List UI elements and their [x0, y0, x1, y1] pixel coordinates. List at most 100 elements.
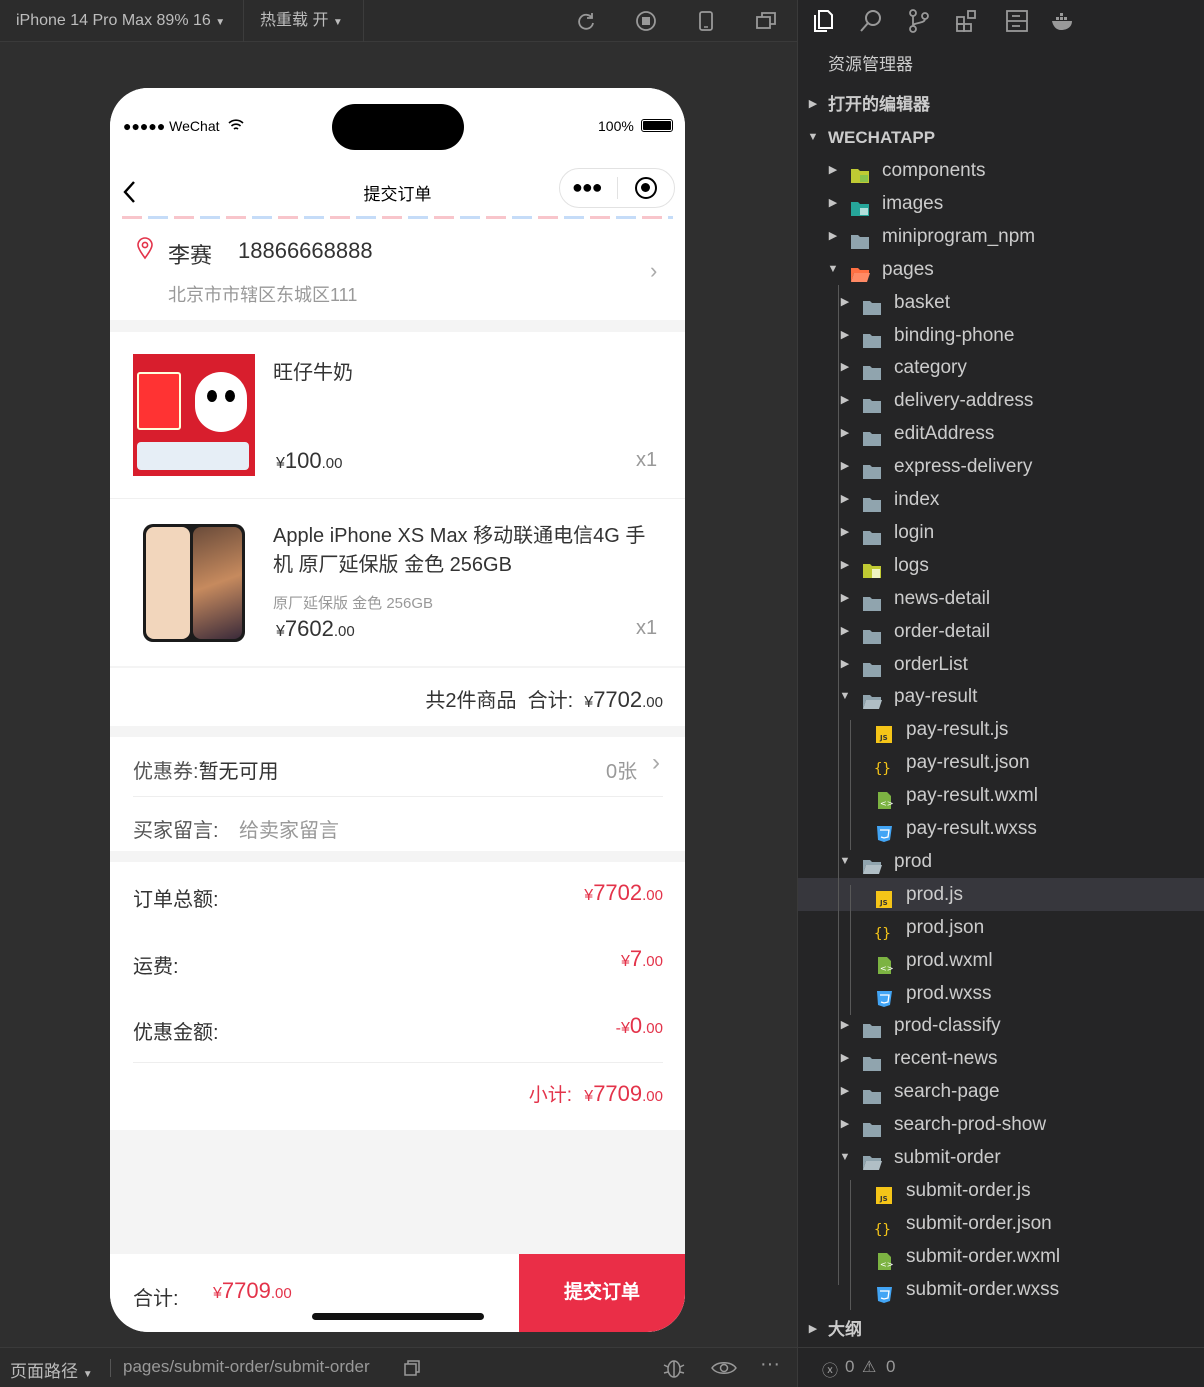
chevron-right-icon[interactable]: ▶ [838, 286, 852, 319]
storage-icon[interactable] [1004, 8, 1030, 34]
tree-file-pay-result.js[interactable]: JS pay-result.js [798, 713, 1204, 746]
outline-section[interactable]: ▶ 大纲 [798, 1313, 1204, 1346]
tree-folder-images[interactable]: ▶ images [798, 187, 1204, 220]
tree-folder-search-page[interactable]: ▶ search-page [798, 1075, 1204, 1108]
tree-folder-news-detail[interactable]: ▶ news-detail [798, 582, 1204, 615]
chevron-right-icon[interactable]: ▶ [826, 187, 840, 220]
subtotal-label: 小计: [528, 1085, 573, 1106]
product-image[interactable] [143, 524, 245, 642]
tree-folder-logs[interactable]: ▶ logs [798, 549, 1204, 582]
tree-item-label: pay-result [894, 686, 978, 707]
chevron-right-icon[interactable]: ▶ [826, 154, 840, 187]
tree-folder-prod-classify[interactable]: ▶ prod-classify [798, 1009, 1204, 1042]
tree-folder-miniprogram_npm[interactable]: ▶ miniprogram_npm [798, 220, 1204, 253]
project-section[interactable]: ▼ WECHATAPP [798, 121, 1204, 154]
tree-file-pay-result.json[interactable]: {} pay-result.json [798, 746, 1204, 779]
more-icon[interactable]: ··· [760, 1353, 780, 1376]
tree-item-label: search-page [894, 1081, 1000, 1102]
activity-bar [798, 0, 1204, 42]
tree-file-pay-result.wxml[interactable]: <> pay-result.wxml [798, 779, 1204, 812]
tree-file-prod.wxss[interactable]: prod.wxss [798, 977, 1204, 1010]
order-total-value: ¥7702.00 [584, 880, 663, 905]
tree-file-submit-order.json[interactable]: {} submit-order.json [798, 1207, 1204, 1240]
hot-reload-toggle[interactable]: 热重载 开 ▼ [260, 0, 343, 42]
tree-folder-pages[interactable]: ▼ pages [798, 253, 1204, 286]
coupon-message-card: 优惠券:暂无可用 0张 › 买家留言: 给卖家留言 [110, 737, 685, 851]
outline-label: 大纲 [828, 1320, 862, 1339]
chevron-right-icon[interactable]: ▶ [838, 384, 852, 417]
tree-folder-binding-phone[interactable]: ▶ binding-phone [798, 319, 1204, 352]
product-image[interactable] [133, 354, 255, 476]
source-control-icon[interactable] [906, 8, 932, 34]
extensions-icon[interactable] [954, 8, 980, 34]
chevron-right-icon[interactable]: ▶ [838, 319, 852, 352]
tree-file-prod.json[interactable]: {} prod.json [798, 911, 1204, 944]
device-selector[interactable]: iPhone 14 Pro Max 89% 16 ▼ [16, 0, 225, 42]
bug-icon[interactable] [662, 1357, 686, 1379]
warning-icon: ⚠ [862, 1359, 877, 1376]
search-icon[interactable] [858, 8, 884, 34]
tree-file-submit-order.js[interactable]: JS submit-order.js [798, 1174, 1204, 1207]
tree-file-prod.js[interactable]: JS prod.js [798, 878, 1204, 911]
chevron-right-icon[interactable]: ▶ [838, 483, 852, 516]
page-path-selector[interactable]: 页面路径 ▼ [10, 1357, 93, 1382]
chevron-right-icon[interactable]: ▶ [838, 1075, 852, 1108]
message-input[interactable]: 给卖家留言 [239, 814, 339, 843]
tree-folder-pay-result[interactable]: ▼ pay-result [798, 680, 1204, 713]
folder-icon [850, 228, 870, 249]
eye-icon[interactable] [710, 1359, 738, 1377]
indent-guide [850, 720, 851, 850]
refresh-icon[interactable] [575, 10, 597, 32]
tree-folder-editAddress[interactable]: ▶ editAddress [798, 417, 1204, 450]
more-icon[interactable]: ●●● [572, 177, 603, 198]
copy-icon[interactable] [403, 1359, 421, 1377]
wxml-file-icon: <> [874, 1248, 894, 1270]
bottom-total-label: 合计: [133, 1288, 179, 1310]
open-editors-section[interactable]: ▶ 打开的编辑器 [798, 88, 1204, 121]
detach-window-icon[interactable] [755, 10, 777, 32]
tree-folder-express-delivery[interactable]: ▶ express-delivery [798, 450, 1204, 483]
files-icon[interactable] [810, 8, 836, 34]
address-card[interactable]: 李赛 18866668888 北京市市辖区东城区111 › [110, 220, 685, 320]
tree-folder-recent-news[interactable]: ▶ recent-news [798, 1042, 1204, 1075]
stop-icon[interactable] [635, 10, 657, 32]
tree-folder-index[interactable]: ▶ index [798, 483, 1204, 516]
battery-percent: 100% [598, 118, 634, 134]
chevron-right-icon[interactable]: ▶ [838, 582, 852, 615]
chevron-right-icon[interactable]: ▶ [838, 648, 852, 681]
chevron-right-icon[interactable]: ▶ [826, 220, 840, 253]
wxml-file-icon: <> [874, 952, 894, 974]
tree-folder-delivery-address[interactable]: ▶ delivery-address [798, 384, 1204, 417]
tree-file-submit-order.wxml[interactable]: <> submit-order.wxml [798, 1240, 1204, 1273]
tree-file-prod.wxml[interactable]: <> prod.wxml [798, 944, 1204, 977]
chevron-right-icon[interactable]: ▶ [838, 615, 852, 648]
chevron-right-icon[interactable]: ▶ [838, 1108, 852, 1141]
chevron-right-icon[interactable]: ▶ [838, 1042, 852, 1075]
problems-bar[interactable]: ⓧ 0 ⚠ 0 [798, 1347, 1204, 1387]
close-mini-program-icon[interactable] [635, 177, 657, 199]
chevron-right-icon[interactable]: ▶ [838, 351, 852, 384]
tree-file-pay-result.wxss[interactable]: pay-result.wxss [798, 812, 1204, 845]
tree-folder-basket[interactable]: ▶ basket [798, 286, 1204, 319]
tree-file-submit-order.wxss[interactable]: submit-order.wxss [798, 1273, 1204, 1306]
chevron-right-icon[interactable]: ▶ [838, 450, 852, 483]
phone-icon[interactable] [695, 10, 717, 32]
chevron-right-icon[interactable]: ▶ [838, 417, 852, 450]
chevron-down-icon[interactable]: ▼ [838, 1141, 852, 1174]
tree-folder-category[interactable]: ▶ category [798, 351, 1204, 384]
tree-folder-components[interactable]: ▶ components [798, 154, 1204, 187]
tree-folder-orderList[interactable]: ▶ orderList [798, 648, 1204, 681]
tree-folder-order-detail[interactable]: ▶ order-detail [798, 615, 1204, 648]
coupon-row[interactable]: 优惠券:暂无可用 0张 › [110, 737, 685, 795]
tree-folder-prod[interactable]: ▼ prod [798, 845, 1204, 878]
docker-icon[interactable] [1050, 8, 1076, 34]
tree-folder-submit-order[interactable]: ▼ submit-order [798, 1141, 1204, 1174]
submit-order-button[interactable]: 提交订单 [519, 1254, 685, 1332]
chevron-right-icon[interactable]: ▶ [838, 516, 852, 549]
chevron-down-icon[interactable]: ▼ [838, 680, 852, 713]
chevron-down-icon: ▼ [82, 1369, 93, 1380]
chevron-right-icon[interactable]: ▶ [838, 549, 852, 582]
tree-folder-search-prod-show[interactable]: ▶ search-prod-show [798, 1108, 1204, 1141]
tree-folder-login[interactable]: ▶ login [798, 516, 1204, 549]
chevron-down-icon[interactable]: ▼ [826, 253, 840, 286]
